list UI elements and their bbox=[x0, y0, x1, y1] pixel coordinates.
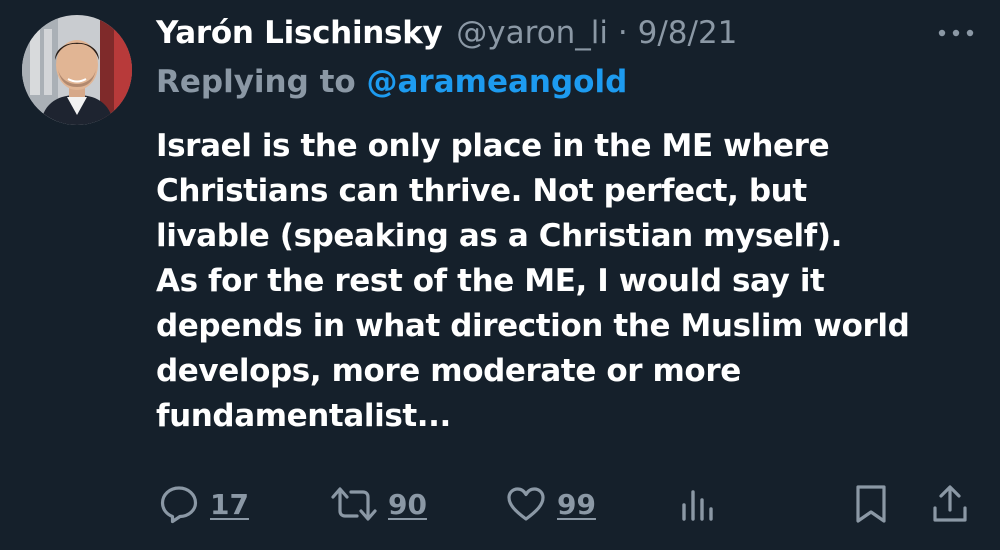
like-button[interactable]: 99 bbox=[505, 480, 596, 528]
avatar-image bbox=[22, 15, 132, 125]
heart-icon bbox=[507, 487, 545, 521]
views-chart-icon bbox=[682, 490, 713, 521]
author-handle[interactable]: @yaron_li bbox=[456, 15, 608, 51]
author-display-name[interactable]: Yarón Lischinsky bbox=[156, 15, 443, 51]
reply-icon bbox=[160, 486, 198, 524]
reply-count[interactable]: 17 bbox=[210, 488, 249, 521]
retweet-count[interactable]: 90 bbox=[388, 488, 427, 521]
tweet-body-line: depends in what direction the Muslim wor… bbox=[156, 308, 910, 344]
tweet-body-line: Christians can thrive. Not perfect, but bbox=[156, 173, 807, 209]
tweet-actions: 17 90 99 bbox=[0, 480, 1000, 540]
avatar[interactable] bbox=[22, 15, 132, 125]
tweet-header: Yarón Lischinsky @yaron_li · 9/8/21 bbox=[156, 11, 737, 55]
more-dots-icon[interactable] bbox=[936, 26, 976, 40]
tweet-body-line: develops, more moderate or more bbox=[156, 353, 741, 389]
reply-button[interactable]: 17 bbox=[158, 480, 249, 528]
like-count[interactable]: 99 bbox=[557, 488, 596, 521]
tweet-body-line: fundamentalist... bbox=[156, 398, 451, 434]
views-button[interactable] bbox=[680, 480, 716, 528]
replying-to-mention[interactable]: @arameangold bbox=[367, 64, 628, 100]
tweet-body: Israel is the only place in the ME where… bbox=[156, 124, 986, 439]
replying-to: Replying to @arameangold bbox=[156, 60, 627, 104]
retweet-button[interactable]: 90 bbox=[330, 480, 427, 528]
tweet-date[interactable]: 9/8/21 bbox=[638, 15, 738, 51]
bookmark-button[interactable] bbox=[852, 480, 890, 528]
tweet: Yarón Lischinsky @yaron_li · 9/8/21 Repl… bbox=[0, 0, 1000, 550]
tweet-body-line: Israel is the only place in the ME where bbox=[156, 128, 830, 164]
bookmark-icon bbox=[856, 485, 886, 523]
header-separator: · bbox=[617, 15, 628, 51]
tweet-body-line: livable (speaking as a Christian myself)… bbox=[156, 218, 842, 254]
retweet-icon bbox=[331, 487, 377, 521]
share-button[interactable] bbox=[930, 480, 970, 528]
share-icon bbox=[933, 485, 967, 522]
tweet-body-line: As for the rest of the ME, I would say i… bbox=[156, 263, 825, 299]
replying-to-label: Replying to bbox=[156, 64, 367, 100]
